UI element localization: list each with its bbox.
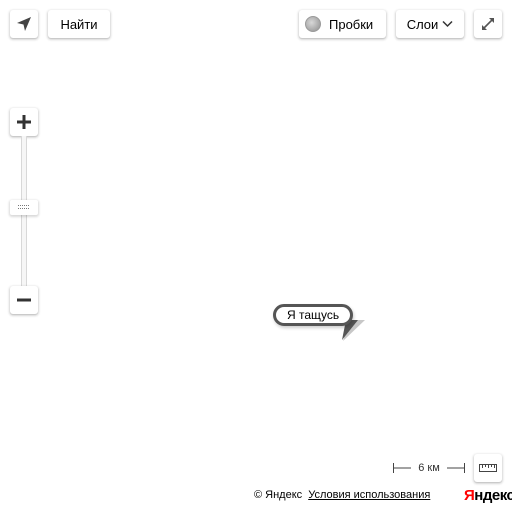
traffic-button-label: Пробки [329,16,374,32]
grip-icon [18,205,29,209]
geolocation-button[interactable] [10,10,38,38]
zoom-in-button[interactable] [10,108,38,136]
map-placemark-balloon[interactable]: Я тащусь [273,304,354,326]
scale-label: 6 км [411,462,447,474]
minus-icon [17,298,31,302]
yandex-logo[interactable]: Яндекс [464,487,512,504]
ruler-icon [479,464,497,472]
layers-button-label: Слои [406,16,439,32]
ruler-button[interactable] [474,454,502,482]
search-button[interactable]: Найти [48,10,110,38]
copyright-bar: © Яндекс Условия использования [254,489,430,501]
plus-icon [17,115,31,129]
search-button-label: Найти [60,16,98,32]
chevron-down-icon [442,20,453,28]
copyright-text: © Яндекс [254,489,303,501]
traffic-button[interactable]: Пробки [299,10,386,38]
placemark-label: Я тащусь [287,308,340,322]
geolocation-arrow-icon [17,17,31,31]
yandex-logo-rest: ндекс [474,487,512,504]
fullscreen-button[interactable] [474,10,502,38]
expand-icon [482,18,494,30]
traffic-light-icon [305,16,321,32]
layers-button[interactable]: Слои [396,10,464,38]
yandex-logo-letter: Я [464,487,475,504]
terms-of-use-link[interactable]: Условия использования [308,489,430,501]
zoom-out-button[interactable] [10,286,38,314]
zoom-slider-handle[interactable] [10,200,38,215]
